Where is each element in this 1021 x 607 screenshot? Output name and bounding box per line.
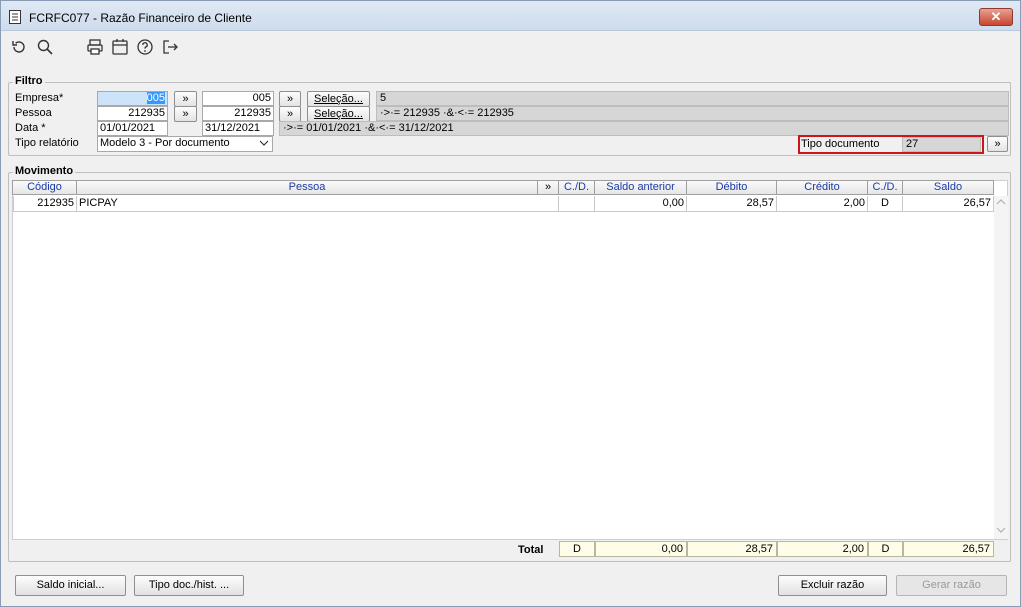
saldo-inicial-button[interactable]: Saldo inicial... — [15, 575, 126, 596]
pessoa-more-button[interactable]: » — [279, 106, 301, 122]
cell-debito[interactable]: 28,57 — [687, 196, 777, 212]
col-header-pessoa[interactable]: Pessoa — [77, 180, 538, 195]
calendar-icon[interactable] — [111, 38, 129, 56]
total-debito: 28,57 — [687, 541, 777, 557]
document-icon — [9, 10, 21, 24]
col-header-saldo[interactable]: Saldo — [903, 180, 994, 195]
pessoa-to-input[interactable]: 212935 — [202, 106, 274, 121]
gerar-razao-button[interactable]: Gerar razão — [896, 575, 1007, 596]
total-saldo-anterior: 0,00 — [595, 541, 687, 557]
col-header-cd2[interactable]: C./D. — [868, 180, 903, 195]
print-icon[interactable] — [86, 38, 104, 56]
pessoa-label: Pessoa — [15, 107, 52, 119]
pessoa-selecao-button[interactable]: Seleção... — [307, 106, 370, 122]
data-label: Data * — [15, 122, 46, 134]
total-label: Total — [518, 544, 544, 556]
main-window: FCRFC077 - Razão Financeiro de Cliente ✕… — [0, 0, 1021, 607]
close-button[interactable]: ✕ — [979, 8, 1013, 26]
movimento-grid[interactable] — [12, 180, 1008, 540]
total-cd2: D — [868, 541, 903, 557]
filtro-title: Filtro — [13, 75, 45, 87]
tipo-relatorio-label: Tipo relatório — [15, 137, 79, 149]
empresa-selecao-button[interactable]: Seleção... — [307, 91, 370, 107]
vertical-scrollbar[interactable] — [994, 196, 1008, 539]
col-header-credito[interactable]: Crédito — [777, 180, 868, 195]
title-bar: FCRFC077 - Razão Financeiro de Cliente ✕ — [1, 1, 1020, 31]
exit-icon[interactable] — [161, 38, 179, 56]
pessoa-range-button[interactable]: » — [174, 106, 197, 122]
tipo-documento-label: Tipo documento — [801, 138, 880, 150]
refresh-icon[interactable] — [10, 38, 28, 56]
pessoa-from-input[interactable]: 212935 — [97, 106, 168, 121]
col-header-codigo[interactable]: Código — [12, 180, 77, 195]
cell-credito[interactable]: 2,00 — [777, 196, 868, 212]
cell-cd1[interactable] — [559, 196, 595, 212]
total-saldo: 26,57 — [903, 541, 994, 557]
pessoa-selection-info: ·>·= 212935 ·&·<·= 212935 — [376, 106, 1009, 121]
empresa-from-input[interactable]: 005 — [97, 91, 168, 106]
data-from-input[interactable]: 01/01/2021 — [97, 121, 168, 136]
col-header-saldo-anterior[interactable]: Saldo anterior — [595, 180, 687, 195]
empresa-more-button[interactable]: » — [279, 91, 301, 107]
cell-saldo[interactable]: 26,57 — [903, 196, 994, 212]
empresa-label: Empresa* — [15, 92, 64, 104]
cell-codigo[interactable]: 212935 — [13, 196, 77, 212]
help-icon[interactable] — [136, 38, 154, 56]
col-header-debito[interactable]: Débito — [687, 180, 777, 195]
toolbar — [1, 32, 1020, 62]
cell-saldo-anterior[interactable]: 0,00 — [595, 196, 687, 212]
empresa-selection-info: 5 — [376, 91, 1009, 106]
tipo-documento-input[interactable]: 27 — [902, 137, 981, 152]
tipo-relatorio-select[interactable]: Modelo 3 - Por documento — [97, 136, 273, 152]
tipo-documento-more-button[interactable]: » — [987, 136, 1008, 152]
empresa-range-button[interactable]: » — [174, 91, 197, 107]
empresa-to-input[interactable]: 005 — [202, 91, 274, 106]
chevron-down-icon — [259, 138, 269, 151]
cell-pessoa[interactable]: PICPAY — [77, 196, 559, 212]
col-header-cd1[interactable]: C./D. — [559, 180, 595, 195]
scroll-up-icon[interactable] — [996, 198, 1006, 209]
scroll-down-icon[interactable] — [996, 526, 1006, 537]
movimento-title: Movimento — [13, 165, 76, 177]
total-credito: 2,00 — [777, 541, 868, 557]
excluir-razao-button[interactable]: Excluir razão — [778, 575, 887, 596]
search-icon[interactable] — [36, 38, 54, 56]
total-cd1: D — [559, 541, 595, 557]
col-header-expand[interactable]: » — [538, 180, 559, 195]
window-title: FCRFC077 - Razão Financeiro de Cliente — [29, 11, 252, 25]
data-to-input[interactable]: 31/12/2021 — [202, 121, 274, 136]
tipo-doc-hist-button[interactable]: Tipo doc./hist. ... — [134, 575, 244, 596]
cell-cd2[interactable]: D — [868, 196, 903, 212]
data-selection-info: ·>·= 01/01/2021 ·&·<·= 31/12/2021 — [279, 121, 1009, 136]
